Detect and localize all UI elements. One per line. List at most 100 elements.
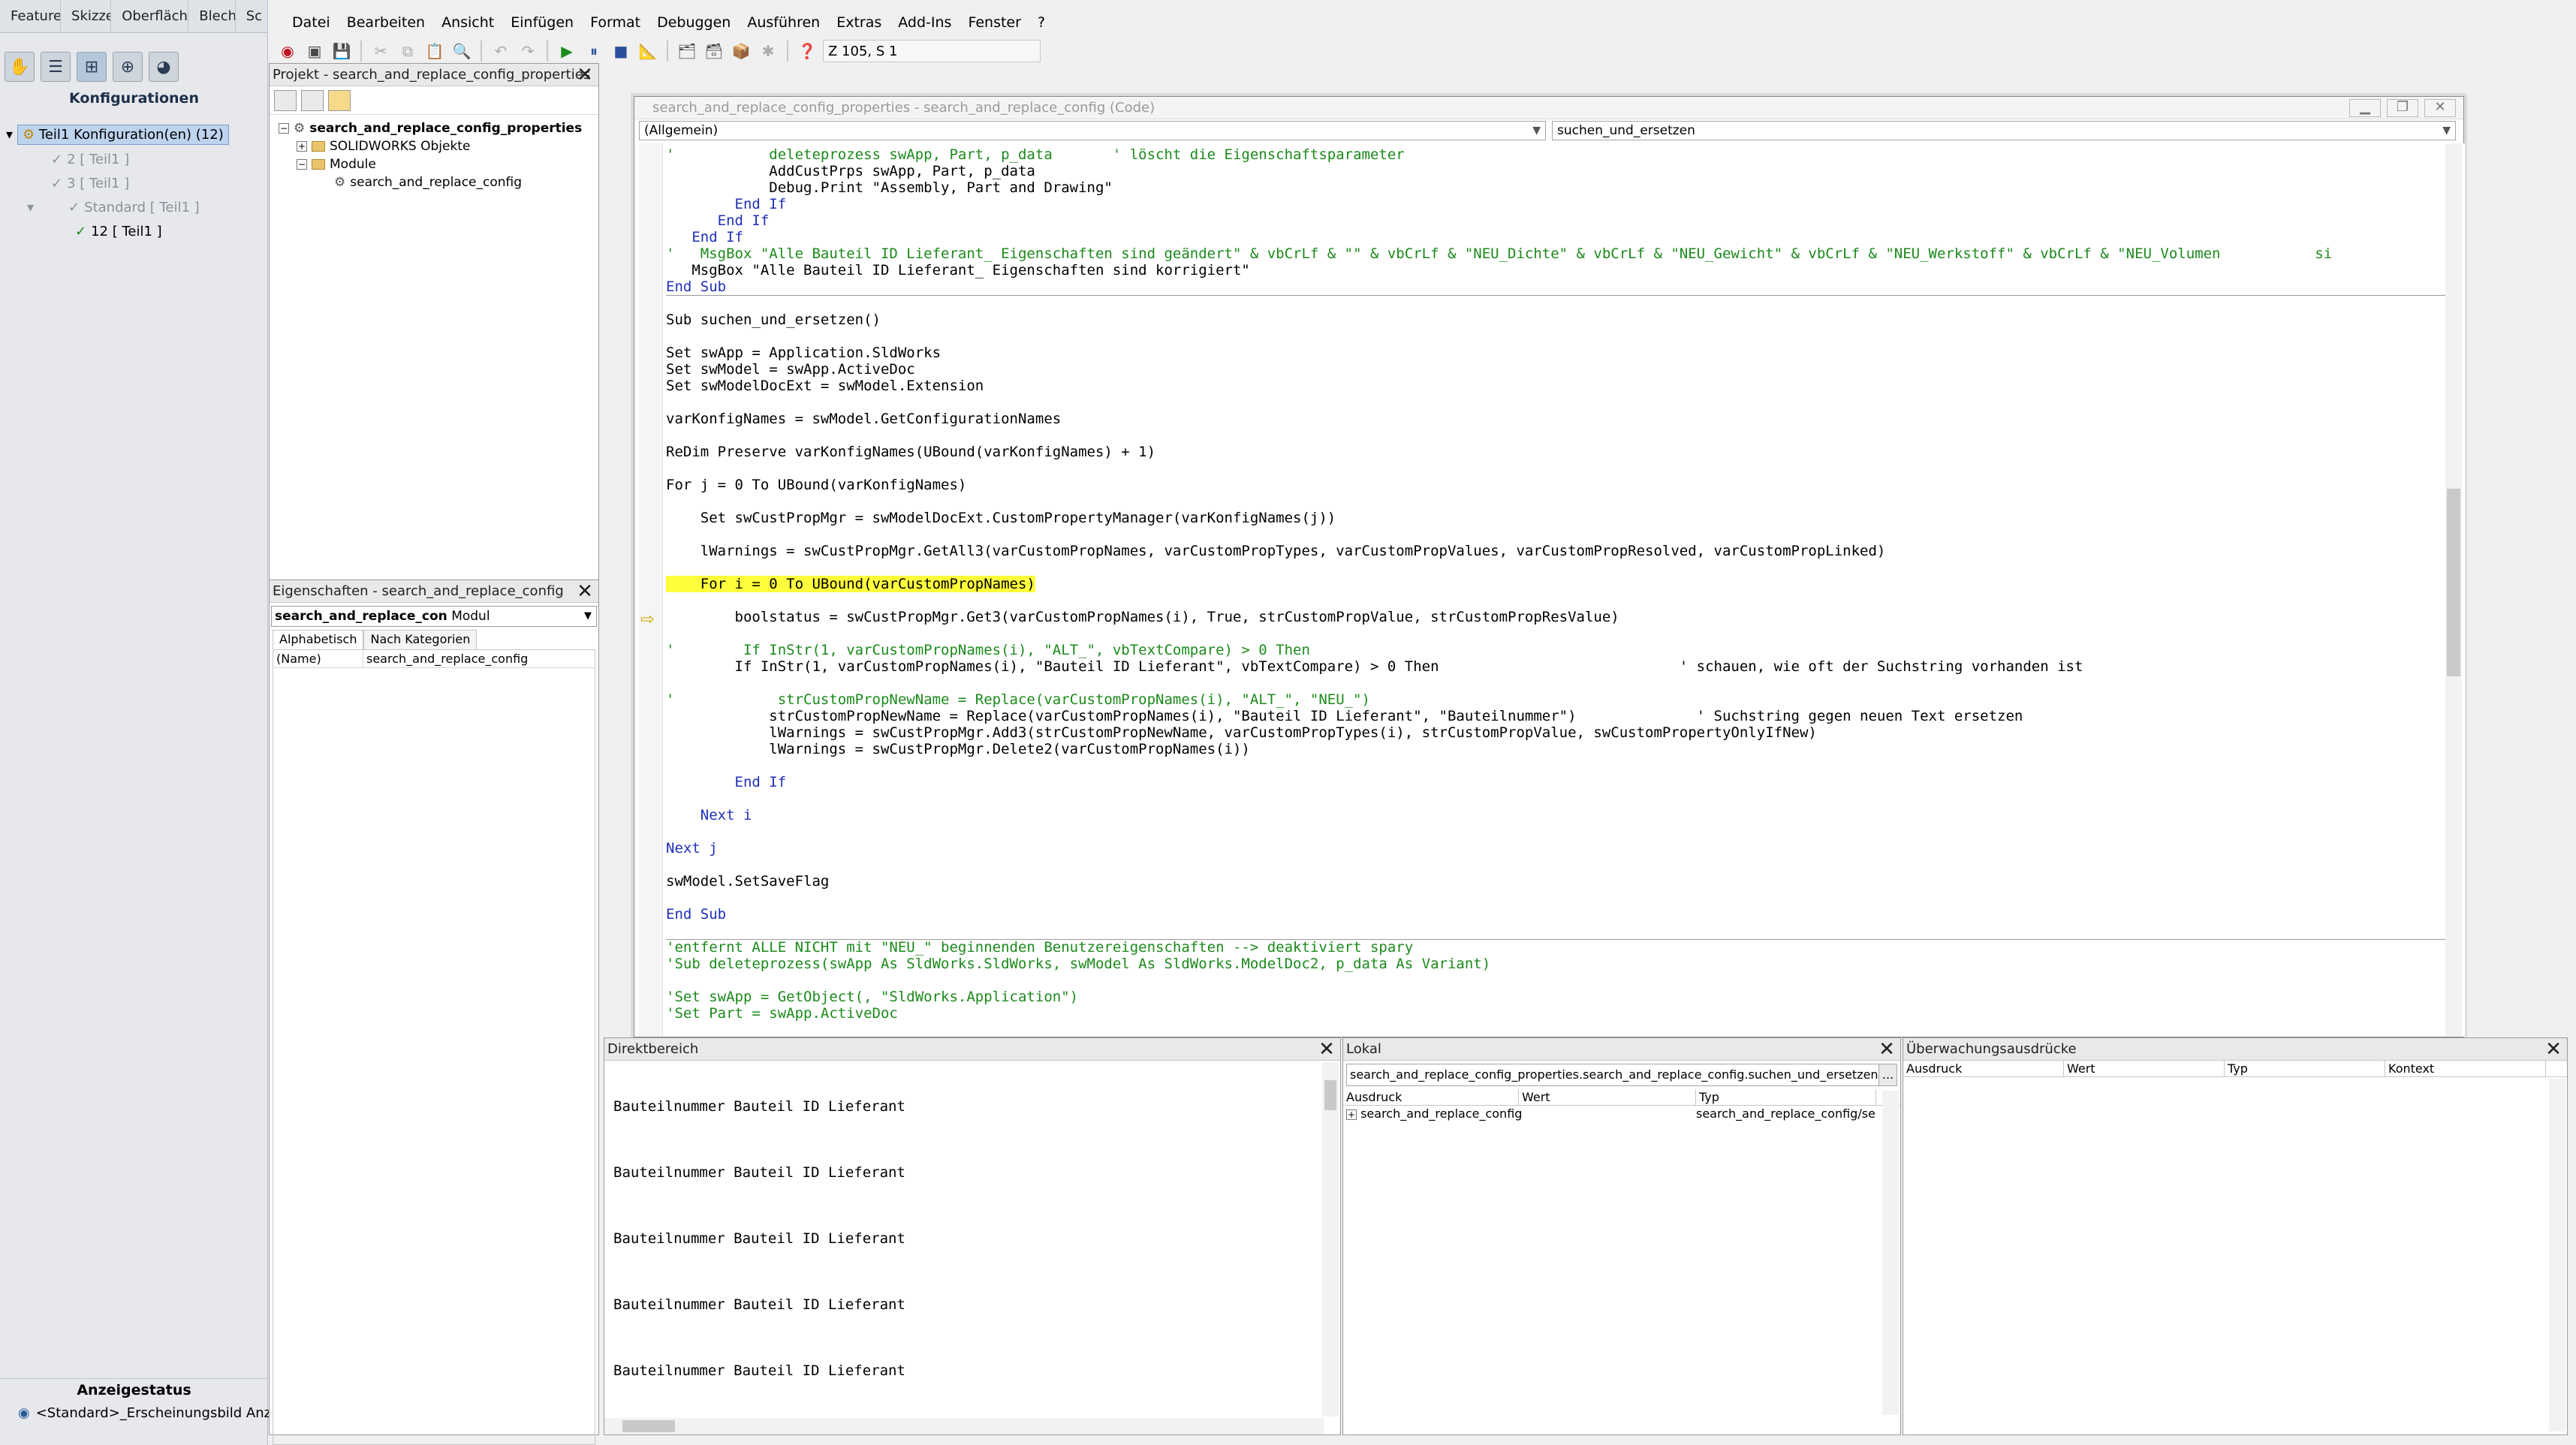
code-line[interactable] bbox=[666, 493, 2332, 510]
code-line[interactable]: strCustomPropNewName = Replace(varCustom… bbox=[666, 708, 2332, 724]
collapse-icon[interactable]: ▾ bbox=[6, 127, 13, 143]
code-line[interactable]: Set swApp = Application.SldWorks bbox=[666, 345, 2332, 361]
config-item-12[interactable]: ✓ 12 [ Teil1 ] bbox=[75, 224, 162, 239]
toolbox-icon[interactable]: ✱ bbox=[757, 40, 779, 62]
config-item-standard[interactable]: ▾ ✓ Standard [ Teil1 ] bbox=[27, 200, 200, 215]
display-manager-icon[interactable]: ◕ bbox=[149, 52, 179, 82]
close-icon[interactable]: ✕ bbox=[1876, 1038, 1897, 1060]
breakpoint-margin[interactable] bbox=[639, 143, 663, 1037]
scrollbar-thumb[interactable] bbox=[622, 1420, 675, 1432]
tab-blech[interactable]: Blech bbox=[188, 0, 236, 33]
code-line[interactable]: Set swModel = swApp.ActiveDoc bbox=[666, 361, 2332, 378]
code-line[interactable]: For i = 0 To UBound(varCustomPropNames) bbox=[666, 576, 2332, 592]
code-line[interactable]: lWarnings = swCustPropMgr.GetAll3(varCus… bbox=[666, 543, 2332, 559]
code-line[interactable] bbox=[666, 675, 2332, 691]
menu-fenster[interactable]: Fenster bbox=[960, 11, 1029, 35]
redo-icon[interactable]: ↷ bbox=[517, 40, 539, 62]
menu-datei[interactable]: Datei bbox=[284, 11, 339, 35]
view-code-button[interactable] bbox=[274, 89, 297, 111]
code-line[interactable]: lWarnings = swCustPropMgr.Delete2(varCus… bbox=[666, 741, 2332, 757]
collapse-icon[interactable]: − bbox=[279, 123, 289, 134]
scrollbar-thumb[interactable] bbox=[1324, 1080, 1336, 1110]
menu-extras[interactable]: Extras bbox=[828, 11, 890, 35]
menu-debuggen[interactable]: Debuggen bbox=[649, 11, 739, 35]
code-line[interactable]: Next j bbox=[666, 840, 2332, 856]
collapse-icon[interactable]: − bbox=[297, 159, 307, 170]
code-line[interactable]: ' If InStr(1, varCustomPropNames(i), "AL… bbox=[666, 642, 2332, 658]
config-root-label[interactable]: ⚙ Teil1 Konfiguration(en) (12) bbox=[17, 125, 229, 145]
display-state-row[interactable]: ◉ <Standard>_Erscheinungsbild Anzeig bbox=[18, 1405, 292, 1421]
tab-oberflaechen[interactable]: Oberflächen bbox=[111, 0, 189, 33]
tab-nach-kategorien[interactable]: Nach Kategorien bbox=[363, 630, 478, 649]
code-line[interactable]: Debug.Print "Assembly, Part and Drawing" bbox=[666, 179, 2332, 196]
code-line[interactable] bbox=[666, 790, 2332, 807]
code-line[interactable]: swModel.SetSaveFlag bbox=[666, 873, 2332, 890]
code-line[interactable]: Sub suchen_und_ersetzen() bbox=[666, 312, 2332, 328]
vertical-scrollbar[interactable] bbox=[2549, 1079, 2565, 1431]
code-line[interactable] bbox=[666, 856, 2332, 873]
expand-icon[interactable]: + bbox=[297, 141, 307, 152]
code-line[interactable]: If InStr(1, varCustomPropNames(i), "Baut… bbox=[666, 658, 2332, 675]
code-line[interactable]: End Sub bbox=[666, 278, 2332, 295]
code-line[interactable]: lWarnings = swCustPropMgr.Add3(strCustom… bbox=[666, 724, 2332, 741]
code-line[interactable]: MsgBox "Alle Bauteil ID Lieferant_ Eigen… bbox=[666, 262, 2332, 278]
code-line[interactable] bbox=[666, 890, 2332, 906]
run-icon[interactable]: ▶ bbox=[556, 40, 578, 62]
code-line[interactable]: End If bbox=[666, 774, 2332, 790]
code-lines[interactable]: ' deleteprozess swApp, Part, p_data ' lö… bbox=[666, 146, 2445, 1022]
code-line[interactable] bbox=[666, 823, 2332, 840]
code-line[interactable] bbox=[666, 972, 2332, 989]
object-dropdown[interactable]: (Allgemein) ▼ bbox=[639, 121, 1546, 140]
help-icon[interactable]: ❓ bbox=[796, 40, 818, 62]
code-line[interactable]: ' MsgBox "Alle Bauteil ID Lieferant_ Eig… bbox=[666, 245, 2332, 262]
code-editor[interactable]: ⇨ ' deleteprozess swApp, Part, p_data ' … bbox=[634, 143, 2465, 1037]
code-line[interactable]: ReDim Preserve varKonfigNames(UBound(var… bbox=[666, 444, 2332, 460]
close-icon[interactable]: ✕ bbox=[2424, 99, 2456, 117]
code-line[interactable]: ' deleteprozess swApp, Part, p_data ' lö… bbox=[666, 146, 2332, 163]
code-line[interactable]: 'entfernt ALLE NICHT mit "NEU_" beginnen… bbox=[666, 939, 2332, 956]
close-icon[interactable]: ✕ bbox=[1316, 1038, 1337, 1060]
propertymanager-icon[interactable]: ☰ bbox=[41, 52, 71, 82]
dimxpert-icon[interactable]: ⊕ bbox=[113, 52, 143, 82]
code-line[interactable]: boolstatus = swCustPropMgr.Get3(varCusto… bbox=[666, 609, 2332, 625]
menu-einfuegen[interactable]: Einfügen bbox=[502, 11, 582, 35]
code-line[interactable]: Next i bbox=[666, 807, 2332, 823]
menu-ausfuehren[interactable]: Ausführen bbox=[739, 11, 828, 35]
menu-help[interactable]: ? bbox=[1029, 11, 1053, 35]
code-line[interactable] bbox=[666, 923, 2332, 939]
code-line[interactable]: End If bbox=[666, 229, 2332, 245]
insert-module-icon[interactable]: ▣ bbox=[303, 40, 326, 62]
config-root-item[interactable]: ▾ ⚙ Teil1 Konfiguration(en) (12) bbox=[6, 125, 229, 145]
config-item-2[interactable]: ✓ 2 [ Teil1 ] bbox=[51, 152, 129, 167]
stop-icon[interactable]: ■ bbox=[610, 40, 632, 62]
context-button[interactable]: ... bbox=[1879, 1064, 1897, 1085]
project-folder-objects[interactable]: + SOLIDWORKS Objekte bbox=[297, 139, 470, 154]
code-line[interactable] bbox=[666, 559, 2332, 576]
find-icon[interactable]: 🔍 bbox=[450, 40, 473, 62]
tab-sc[interactable]: Sc bbox=[236, 0, 269, 33]
horizontal-scrollbar[interactable] bbox=[604, 1418, 1324, 1434]
vertical-scrollbar[interactable] bbox=[1322, 1062, 1339, 1416]
expand-icon[interactable]: + bbox=[1346, 1109, 1357, 1120]
property-row[interactable]: (Name) search_and_replace_config bbox=[273, 650, 595, 668]
vertical-scrollbar[interactable] bbox=[1882, 1091, 1899, 1415]
config-item-3[interactable]: ✓ 3 [ Teil1 ] bbox=[51, 176, 129, 191]
close-icon[interactable]: ✕ bbox=[574, 64, 595, 86]
code-line[interactable]: varKonfigNames = swModel.GetConfiguratio… bbox=[666, 411, 2332, 427]
code-line[interactable]: Set swCustPropMgr = swModelDocExt.Custom… bbox=[666, 510, 2332, 526]
menu-ansicht[interactable]: Ansicht bbox=[433, 11, 502, 35]
code-line[interactable] bbox=[666, 526, 2332, 543]
undo-icon[interactable]: ↶ bbox=[490, 40, 512, 62]
code-line[interactable]: End If bbox=[666, 196, 2332, 212]
project-folder-modules[interactable]: − Module bbox=[297, 157, 376, 172]
code-line[interactable] bbox=[666, 328, 2332, 345]
code-line[interactable]: For j = 0 To UBound(varKonfigNames) bbox=[666, 477, 2332, 493]
menu-bearbeiten[interactable]: Bearbeiten bbox=[339, 11, 433, 35]
code-line[interactable]: AddCustPrps swApp, Part, p_data bbox=[666, 163, 2332, 179]
code-line[interactable] bbox=[666, 757, 2332, 774]
project-root[interactable]: − ⚙ search_and_replace_config_properties bbox=[279, 121, 582, 136]
tab-alphabetisch[interactable]: Alphabetisch bbox=[273, 630, 364, 649]
code-line[interactable] bbox=[666, 295, 2332, 312]
tab-features[interactable]: Features bbox=[0, 0, 62, 33]
cut-icon[interactable]: ✂ bbox=[369, 40, 392, 62]
